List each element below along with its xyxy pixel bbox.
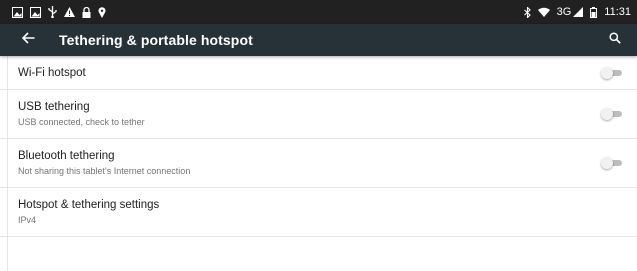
usb-icon — [48, 6, 57, 18]
warning-icon — [64, 6, 75, 18]
setting-bluetooth-tethering[interactable]: Bluetooth tethering Not sharing this tab… — [0, 139, 637, 188]
setting-wifi-hotspot[interactable]: Wi-Fi hotspot — [0, 56, 637, 90]
toggle-thumb — [601, 157, 613, 169]
usb-tethering-toggle[interactable] — [601, 107, 623, 121]
setting-title: USB tethering — [18, 101, 90, 113]
status-bar: 3G 11:31 — [0, 0, 637, 24]
bluetooth-icon — [523, 6, 531, 18]
signal-icon — [573, 6, 584, 18]
search-button[interactable] — [605, 30, 625, 50]
network-type-label: 3G — [556, 5, 572, 18]
wifi-hotspot-toggle[interactable] — [601, 66, 623, 80]
arrow-back-icon — [21, 31, 35, 49]
setting-summary: USB connected, check to tether — [18, 117, 145, 127]
lock-icon — [82, 6, 91, 18]
status-bar-system: 3G 11:31 — [523, 5, 631, 18]
bluetooth-tethering-toggle[interactable] — [601, 156, 623, 170]
toggle-thumb — [601, 108, 613, 120]
location-pin-icon — [98, 6, 106, 18]
page-title: Tethering & portable hotspot — [59, 32, 253, 48]
app-bar: Tethering & portable hotspot — [0, 24, 637, 56]
back-button[interactable] — [18, 30, 38, 50]
setting-title: Wi-Fi hotspot — [18, 66, 86, 79]
setting-hotspot-tethering-settings[interactable]: Hotspot & tethering settings IPv4 — [0, 188, 637, 237]
notification-image-icon — [12, 6, 23, 18]
battery-icon — [590, 6, 598, 18]
toggle-thumb — [601, 66, 613, 79]
setting-title: Bluetooth tethering — [18, 150, 115, 162]
setting-summary: IPv4 — [18, 215, 37, 225]
setting-title: Hotspot & tethering settings — [18, 199, 160, 211]
notification-image-icon — [30, 6, 41, 18]
status-bar-notifications — [12, 6, 106, 18]
search-icon — [609, 31, 621, 49]
setting-summary: Not sharing this tablet's Internet conne… — [18, 166, 191, 176]
wifi-icon — [537, 6, 550, 18]
settings-list: Wi-Fi hotspot USB tethering USB connecte… — [0, 56, 637, 271]
setting-usb-tethering[interactable]: USB tethering USB connected, check to te… — [0, 90, 637, 139]
clock: 11:31 — [604, 5, 631, 18]
